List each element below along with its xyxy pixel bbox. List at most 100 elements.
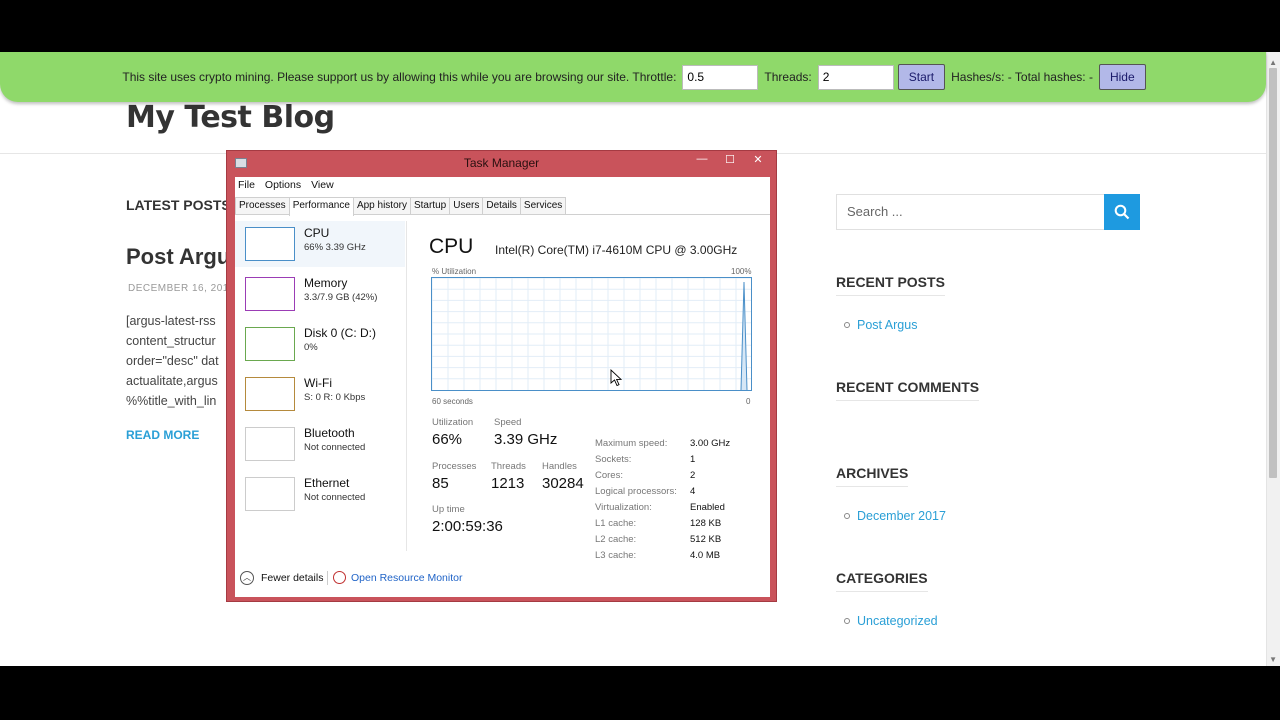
excerpt-line: %%title_with_lin bbox=[126, 394, 217, 408]
processes-value: 85 bbox=[432, 475, 449, 492]
resource-item[interactable]: Ethernet Not connected bbox=[235, 471, 405, 517]
task-manager-app-icon bbox=[235, 158, 247, 168]
read-more-link[interactable]: READ MORE bbox=[126, 428, 199, 442]
menu-options[interactable]: Options bbox=[265, 179, 301, 191]
resource-detail: S: 0 R: 0 Kbps bbox=[304, 392, 366, 403]
spec-label: Sockets: bbox=[595, 454, 632, 465]
resource-list: CPU 66% 3.39 GHz Memory 3.3/7.9 GB (42%) Dis… bbox=[235, 221, 407, 551]
hide-button[interactable]: Hide bbox=[1098, 64, 1146, 90]
speed-label: Speed bbox=[494, 417, 522, 428]
resource-name: Wi-Fi bbox=[304, 376, 332, 390]
bullet-icon bbox=[844, 512, 850, 519]
resource-thumbnail bbox=[245, 377, 295, 411]
excerpt-line: actualitate,argus bbox=[126, 374, 218, 388]
resource-detail: 0% bbox=[304, 342, 318, 353]
throttle-input[interactable] bbox=[682, 64, 759, 90]
resource-thumbnail bbox=[245, 477, 295, 511]
excerpt-line: content_structur bbox=[126, 334, 216, 348]
cpu-graph-svg bbox=[432, 278, 751, 390]
spec-label: L1 cache: bbox=[595, 518, 637, 529]
minimize-icon[interactable]: — bbox=[694, 153, 710, 166]
utilization-axis-label: % Utilization bbox=[432, 267, 477, 276]
tab-startup[interactable]: Startup bbox=[409, 197, 451, 214]
post-date: DECEMBER 16, 2017 bbox=[128, 283, 235, 294]
utilization-value: 66% bbox=[432, 431, 463, 448]
resource-detail: 66% 3.39 GHz bbox=[304, 242, 366, 253]
resource-thumbnail bbox=[245, 227, 295, 261]
threads-input[interactable] bbox=[817, 64, 894, 90]
tab-app-history[interactable]: App history bbox=[352, 197, 411, 214]
tab-users[interactable]: Users bbox=[449, 197, 484, 214]
graph-time-right: 0 bbox=[746, 397, 751, 406]
chevron-up-icon[interactable]: ︿ bbox=[240, 571, 254, 585]
search-input[interactable]: Search ... bbox=[836, 194, 1105, 230]
resource-item[interactable]: CPU 66% 3.39 GHz bbox=[235, 221, 405, 267]
category-link[interactable]: Uncategorized bbox=[844, 614, 938, 628]
footer-divider bbox=[327, 571, 328, 585]
resource-item[interactable]: Disk 0 (C: D:) 0% bbox=[235, 321, 405, 367]
cpu-heading: CPU bbox=[429, 235, 474, 258]
fewer-details-link[interactable]: Fewer details bbox=[261, 572, 323, 584]
resource-detail: 3.3/7.9 GB (42%) bbox=[304, 292, 378, 303]
spec-label: L2 cache: bbox=[595, 534, 637, 545]
crypto-message: This site uses crypto mining. Please sup… bbox=[122, 70, 677, 84]
latest-posts-heading: LATEST POSTS bbox=[126, 197, 231, 213]
resource-name: Bluetooth bbox=[304, 426, 355, 440]
resource-thumbnail bbox=[245, 277, 295, 311]
menu-view[interactable]: View bbox=[311, 179, 334, 191]
spec-value: 512 KB bbox=[690, 534, 722, 545]
resource-thumbnail bbox=[245, 427, 295, 461]
open-resource-monitor-link[interactable]: Open Resource Monitor bbox=[351, 572, 462, 584]
resource-name: Ethernet bbox=[304, 476, 350, 490]
archive-link[interactable]: December 2017 bbox=[844, 509, 946, 523]
handles-label: Handles bbox=[542, 461, 577, 472]
spec-label: Logical processors: bbox=[595, 486, 677, 497]
resource-item[interactable]: Wi-Fi S: 0 R: 0 Kbps bbox=[235, 371, 405, 417]
maximize-icon[interactable]: ☐ bbox=[722, 153, 738, 166]
task-manager-footer: ︿ Fewer details Open Resource Monitor bbox=[235, 569, 770, 593]
spec-label: Maximum speed: bbox=[595, 438, 668, 449]
resource-name: Disk 0 (C: D:) bbox=[304, 326, 376, 340]
processes-label: Processes bbox=[432, 461, 477, 472]
scroll-thumb[interactable] bbox=[1269, 68, 1277, 478]
resource-detail: Not connected bbox=[304, 492, 366, 503]
tab-performance[interactable]: Performance bbox=[288, 197, 354, 216]
resource-item[interactable]: Memory 3.3/7.9 GB (42%) bbox=[235, 271, 405, 317]
tab-details[interactable]: Details bbox=[482, 197, 521, 214]
cpu-model: Intel(R) Core(TM) i7-4610M CPU @ 3.00GHz bbox=[495, 243, 738, 257]
close-icon[interactable]: ✕ bbox=[750, 153, 766, 166]
spec-value: 4.0 MB bbox=[690, 550, 721, 561]
spec-label: Cores: bbox=[595, 470, 623, 481]
menu-file[interactable]: File bbox=[238, 179, 255, 191]
spec-label: L3 cache: bbox=[595, 550, 637, 561]
recent-posts-heading: RECENT POSTS bbox=[836, 274, 945, 296]
search-icon bbox=[1114, 204, 1130, 220]
start-button[interactable]: Start bbox=[897, 64, 946, 90]
categories-heading: CATEGORIES bbox=[836, 570, 928, 592]
browser-viewport: This site uses crypto mining. Please sup… bbox=[0, 52, 1280, 666]
hashes-label: Hashes/s: - Total hashes: - bbox=[951, 70, 1093, 84]
bullet-icon bbox=[844, 321, 850, 328]
tab-services[interactable]: Services bbox=[519, 197, 567, 214]
scroll-up-arrow-icon[interactable]: ▲ bbox=[1269, 58, 1277, 67]
recent-post-link[interactable]: Post Argus bbox=[844, 318, 917, 332]
bullet-icon bbox=[844, 617, 850, 624]
cpu-utilization-graph bbox=[431, 277, 752, 391]
menu-bar: File Options View bbox=[235, 177, 770, 193]
search-button[interactable] bbox=[1104, 194, 1140, 230]
tab-processes[interactable]: Processes bbox=[235, 197, 290, 214]
page-scrollbar[interactable]: ▲ ▼ bbox=[1266, 52, 1280, 666]
utilization-label: Utilization bbox=[432, 417, 474, 428]
handles-value: 30284 bbox=[542, 475, 584, 492]
scroll-down-arrow-icon[interactable]: ▼ bbox=[1269, 655, 1277, 664]
threads-label: Threads: bbox=[764, 70, 812, 84]
speed-value: 3.39 GHz bbox=[494, 431, 558, 448]
resource-name: CPU bbox=[304, 226, 330, 240]
resource-item[interactable]: Bluetooth Not connected bbox=[235, 421, 405, 467]
task-manager-window[interactable]: Task Manager — ☐ ✕ File Options View Pro… bbox=[226, 150, 777, 602]
blog-title[interactable]: My Test Blog bbox=[126, 100, 335, 135]
graph-time-left: 60 seconds bbox=[432, 397, 473, 406]
excerpt-line: order="desc" dat bbox=[126, 354, 219, 368]
threads-stat-label: Threads bbox=[491, 461, 526, 472]
resource-monitor-icon bbox=[333, 571, 346, 584]
